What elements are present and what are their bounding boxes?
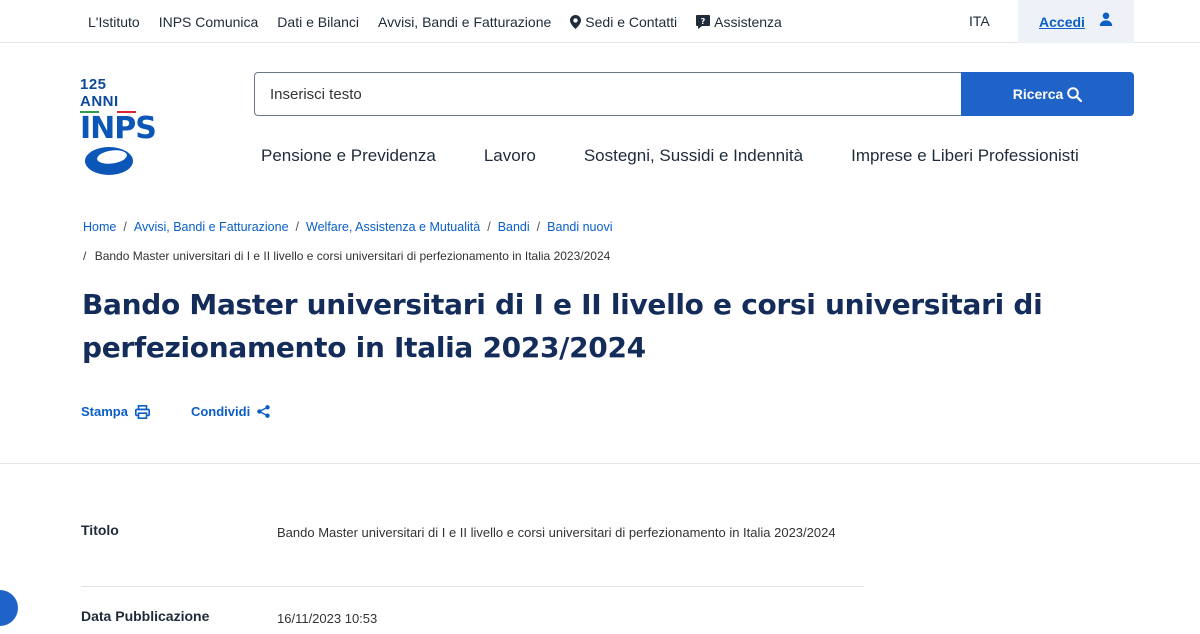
language-selector[interactable]: ITA <box>969 13 990 29</box>
share-button[interactable]: Condividi <box>191 404 270 419</box>
top-nav: L'Istituto INPS Comunica Dati e Bilanci … <box>88 0 801 43</box>
nav-sostegni-sussidi[interactable]: Sostegni, Sussidi e Indennità <box>584 146 803 166</box>
help-chat-icon: ? <box>696 14 711 29</box>
nav-imprese-professionisti[interactable]: Imprese e Liberi Professionisti <box>851 146 1079 166</box>
detail-value: 16/11/2023 10:53 <box>277 611 378 626</box>
section-divider <box>0 463 1200 464</box>
logo-anni-text: 125 ANNI <box>80 76 119 110</box>
breadcrumb-separator: / <box>536 220 541 234</box>
top-link-assistenza-label: Assistenza <box>714 13 782 30</box>
breadcrumb-current-row: / Bando Master universitari di I e II li… <box>83 249 610 263</box>
search-button[interactable]: Ricerca <box>961 72 1134 116</box>
print-label: Stampa <box>81 404 128 419</box>
detail-value: Bando Master universitari di I e II live… <box>277 525 836 540</box>
share-icon <box>257 405 270 418</box>
top-link-assistenza[interactable]: ? Assistenza <box>696 14 782 30</box>
printer-icon <box>134 404 150 419</box>
logo-emblem-icon <box>85 147 133 175</box>
accessibility-float-button[interactable] <box>0 590 18 626</box>
breadcrumb-home[interactable]: Home <box>83 220 116 234</box>
page-title: Bando Master universitari di I e II live… <box>82 288 1043 364</box>
svg-text:?: ? <box>701 17 706 26</box>
top-link-dati-bilanci[interactable]: Dati e Bilanci <box>277 14 359 30</box>
breadcrumb: Home / Avvisi, Bandi e Fatturazione / We… <box>83 220 612 234</box>
nav-pensione-previdenza[interactable]: Pensione e Previdenza <box>261 146 436 166</box>
top-link-sedi-label: Sedi e Contatti <box>585 13 678 30</box>
page-actions: Stampa Condividi <box>81 404 270 419</box>
detail-label: Data Pubblicazione <box>81 608 210 624</box>
search-icon <box>1067 86 1083 102</box>
login-area[interactable]: Accedi <box>1018 0 1134 43</box>
breadcrumb-avvisi-bandi[interactable]: Avvisi, Bandi e Fatturazione <box>134 220 289 234</box>
top-link-inps-comunica[interactable]: INPS Comunica <box>159 14 259 30</box>
breadcrumb-separator: / <box>487 220 491 234</box>
search-button-label: Ricerca <box>1012 86 1064 102</box>
detail-row-data-pubblicazione: Data Pubblicazione 16/11/2023 10:53 <box>81 608 864 634</box>
inps-logo[interactable]: 125 ANNI INPS <box>80 76 157 175</box>
top-link-istituto[interactable]: L'Istituto <box>88 14 140 30</box>
print-button[interactable]: Stampa <box>81 404 150 419</box>
search-bar: Ricerca <box>254 72 1134 116</box>
breadcrumb-separator: / <box>83 249 87 263</box>
search-input[interactable] <box>254 72 961 116</box>
map-pin-icon <box>570 14 582 29</box>
user-icon[interactable] <box>1099 12 1113 31</box>
logo-inps-text: INPS <box>80 111 157 146</box>
breadcrumb-bandi-nuovi[interactable]: Bandi nuovi <box>547 220 612 234</box>
breadcrumb-separator: / <box>295 220 300 234</box>
top-link-avvisi-bandi[interactable]: Avvisi, Bandi e Fatturazione <box>378 14 551 30</box>
breadcrumb-separator: / <box>123 220 127 234</box>
detail-row-titolo: Titolo Bando Master universitari di I e … <box>81 522 864 587</box>
main-nav: Pensione e Previdenza Lavoro Sostegni, S… <box>261 146 1127 166</box>
top-utility-bar: L'Istituto INPS Comunica Dati e Bilanci … <box>0 0 1200 43</box>
breadcrumb-bandi[interactable]: Bandi <box>498 220 530 234</box>
top-link-sedi-contatti[interactable]: Sedi e Contatti <box>570 14 677 30</box>
breadcrumb-current: Bando Master universitari di I e II live… <box>94 249 611 263</box>
detail-label: Titolo <box>81 522 119 538</box>
share-label: Condividi <box>190 404 251 419</box>
breadcrumb-welfare[interactable]: Welfare, Assistenza e Mutualità <box>306 220 480 234</box>
login-link[interactable]: Accedi <box>1039 14 1085 30</box>
nav-lavoro[interactable]: Lavoro <box>484 146 536 166</box>
